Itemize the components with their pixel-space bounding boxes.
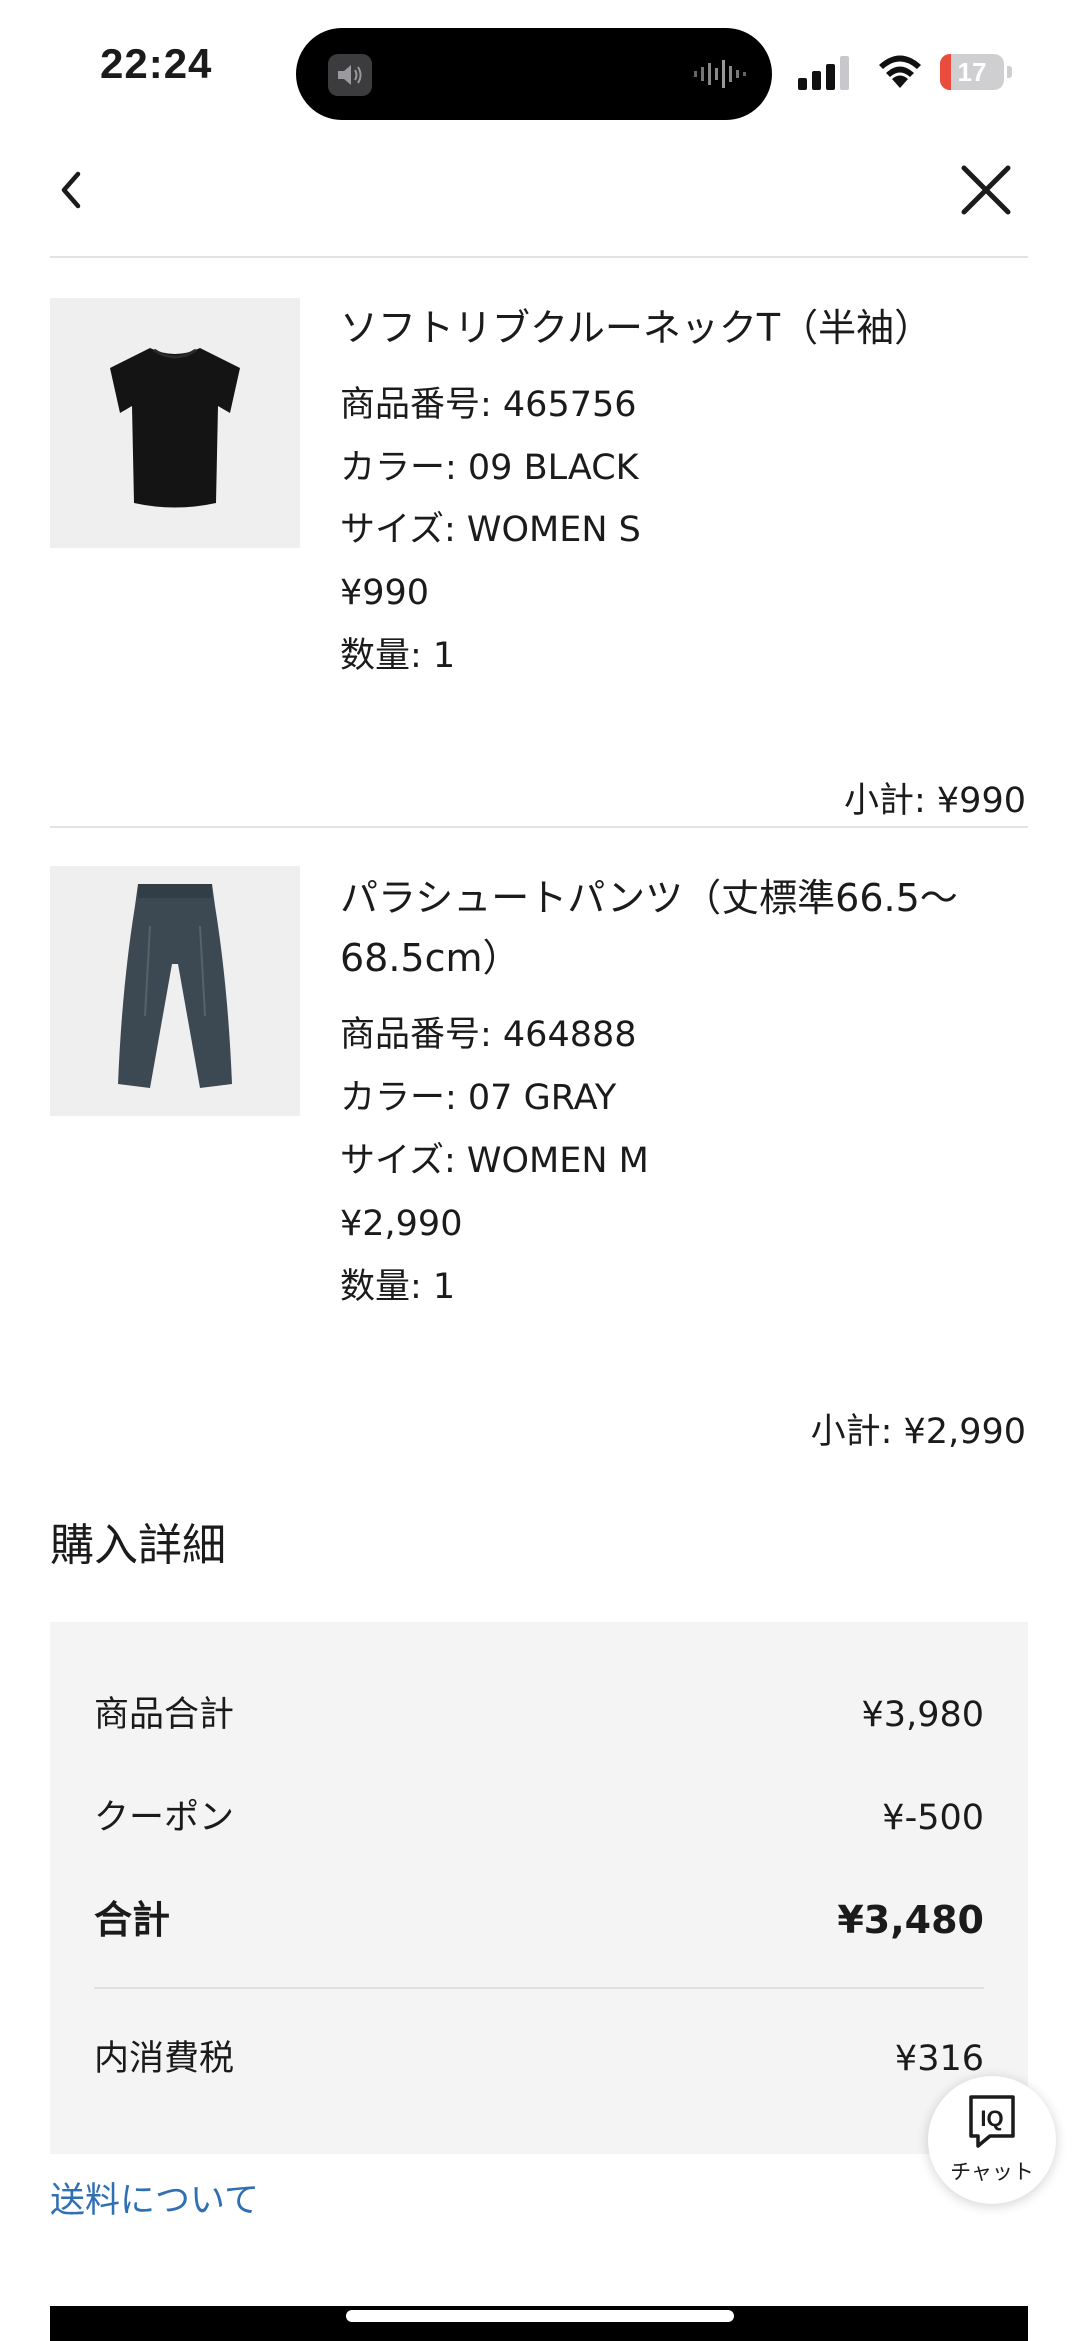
- battery-indicator: 17: [940, 54, 1012, 90]
- item-price: ¥2,990: [340, 1204, 463, 1244]
- item-quantity: 数量: 1: [340, 1267, 456, 1307]
- close-button[interactable]: [956, 160, 1016, 220]
- summary-label-coupon: クーポン: [94, 1798, 235, 1838]
- item-color: カラー: 09 BLACK: [340, 448, 639, 488]
- wifi-icon: [879, 55, 921, 88]
- summary-label-total: 合計: [94, 1898, 171, 1942]
- speaker-icon: [328, 54, 372, 96]
- home-indicator: [346, 2310, 734, 2322]
- item-product-number: 商品番号: 464888: [340, 1015, 637, 1055]
- signal-icon: [798, 56, 849, 90]
- item-size: サイズ: WOMEN S: [340, 510, 641, 550]
- item-subtotal: 小計: ¥2,990: [810, 1412, 1026, 1452]
- item-name[interactable]: ソフトリブクルーネックT（半袖）: [340, 298, 1020, 358]
- chat-icon-text: IQ: [980, 2106, 1003, 2131]
- item-subtotal: 小計: ¥990: [844, 781, 1026, 821]
- chat-label: チャット: [950, 2160, 1034, 2184]
- header-divider: [50, 256, 1028, 258]
- shipping-info-link[interactable]: 送料について: [50, 2176, 259, 2226]
- item-price: ¥990: [340, 573, 430, 613]
- chat-icon: IQ: [969, 2095, 1015, 2148]
- dynamic-island: [296, 28, 772, 120]
- item-name[interactable]: パラシュートパンツ（丈標準66.5〜68.5cm）: [340, 868, 1020, 988]
- battery-percentage: 17: [957, 57, 987, 87]
- item-divider: [50, 826, 1028, 828]
- purchase-details-title: 購入詳細: [50, 1520, 226, 1571]
- summary-label-tax: 内消費税: [94, 2039, 235, 2079]
- chat-button[interactable]: IQ チャット: [928, 2076, 1056, 2204]
- item-size: サイズ: WOMEN M: [340, 1141, 649, 1181]
- item-color: カラー: 07 GRAY: [340, 1078, 617, 1118]
- summary-value-item-total: ¥3,980: [861, 1695, 984, 1735]
- status-bar: 22:24 17: [0, 0, 1080, 140]
- back-button[interactable]: [50, 160, 100, 220]
- close-icon: [961, 165, 1011, 215]
- summary-value-coupon: ¥-500: [882, 1798, 984, 1838]
- purchase-summary: 商品合計 ¥3,980 クーポン ¥-500 合計 ¥3,480 内消費税 ¥3…: [50, 1622, 1028, 2154]
- chevron-left-icon: [61, 171, 81, 209]
- gray-pants-image[interactable]: [50, 866, 300, 1116]
- summary-label-item-total: 商品合計: [94, 1695, 235, 1735]
- item-quantity: 数量: 1: [340, 636, 456, 676]
- summary-value-total: ¥3,480: [837, 1898, 984, 1942]
- item-product-number: 商品番号: 465756: [340, 385, 637, 425]
- status-time: 22:24: [100, 40, 213, 87]
- summary-divider: [94, 1987, 984, 1989]
- audio-wave-icon: [694, 60, 746, 88]
- black-tshirt-image[interactable]: [50, 298, 300, 548]
- summary-value-tax: ¥316: [894, 2039, 984, 2079]
